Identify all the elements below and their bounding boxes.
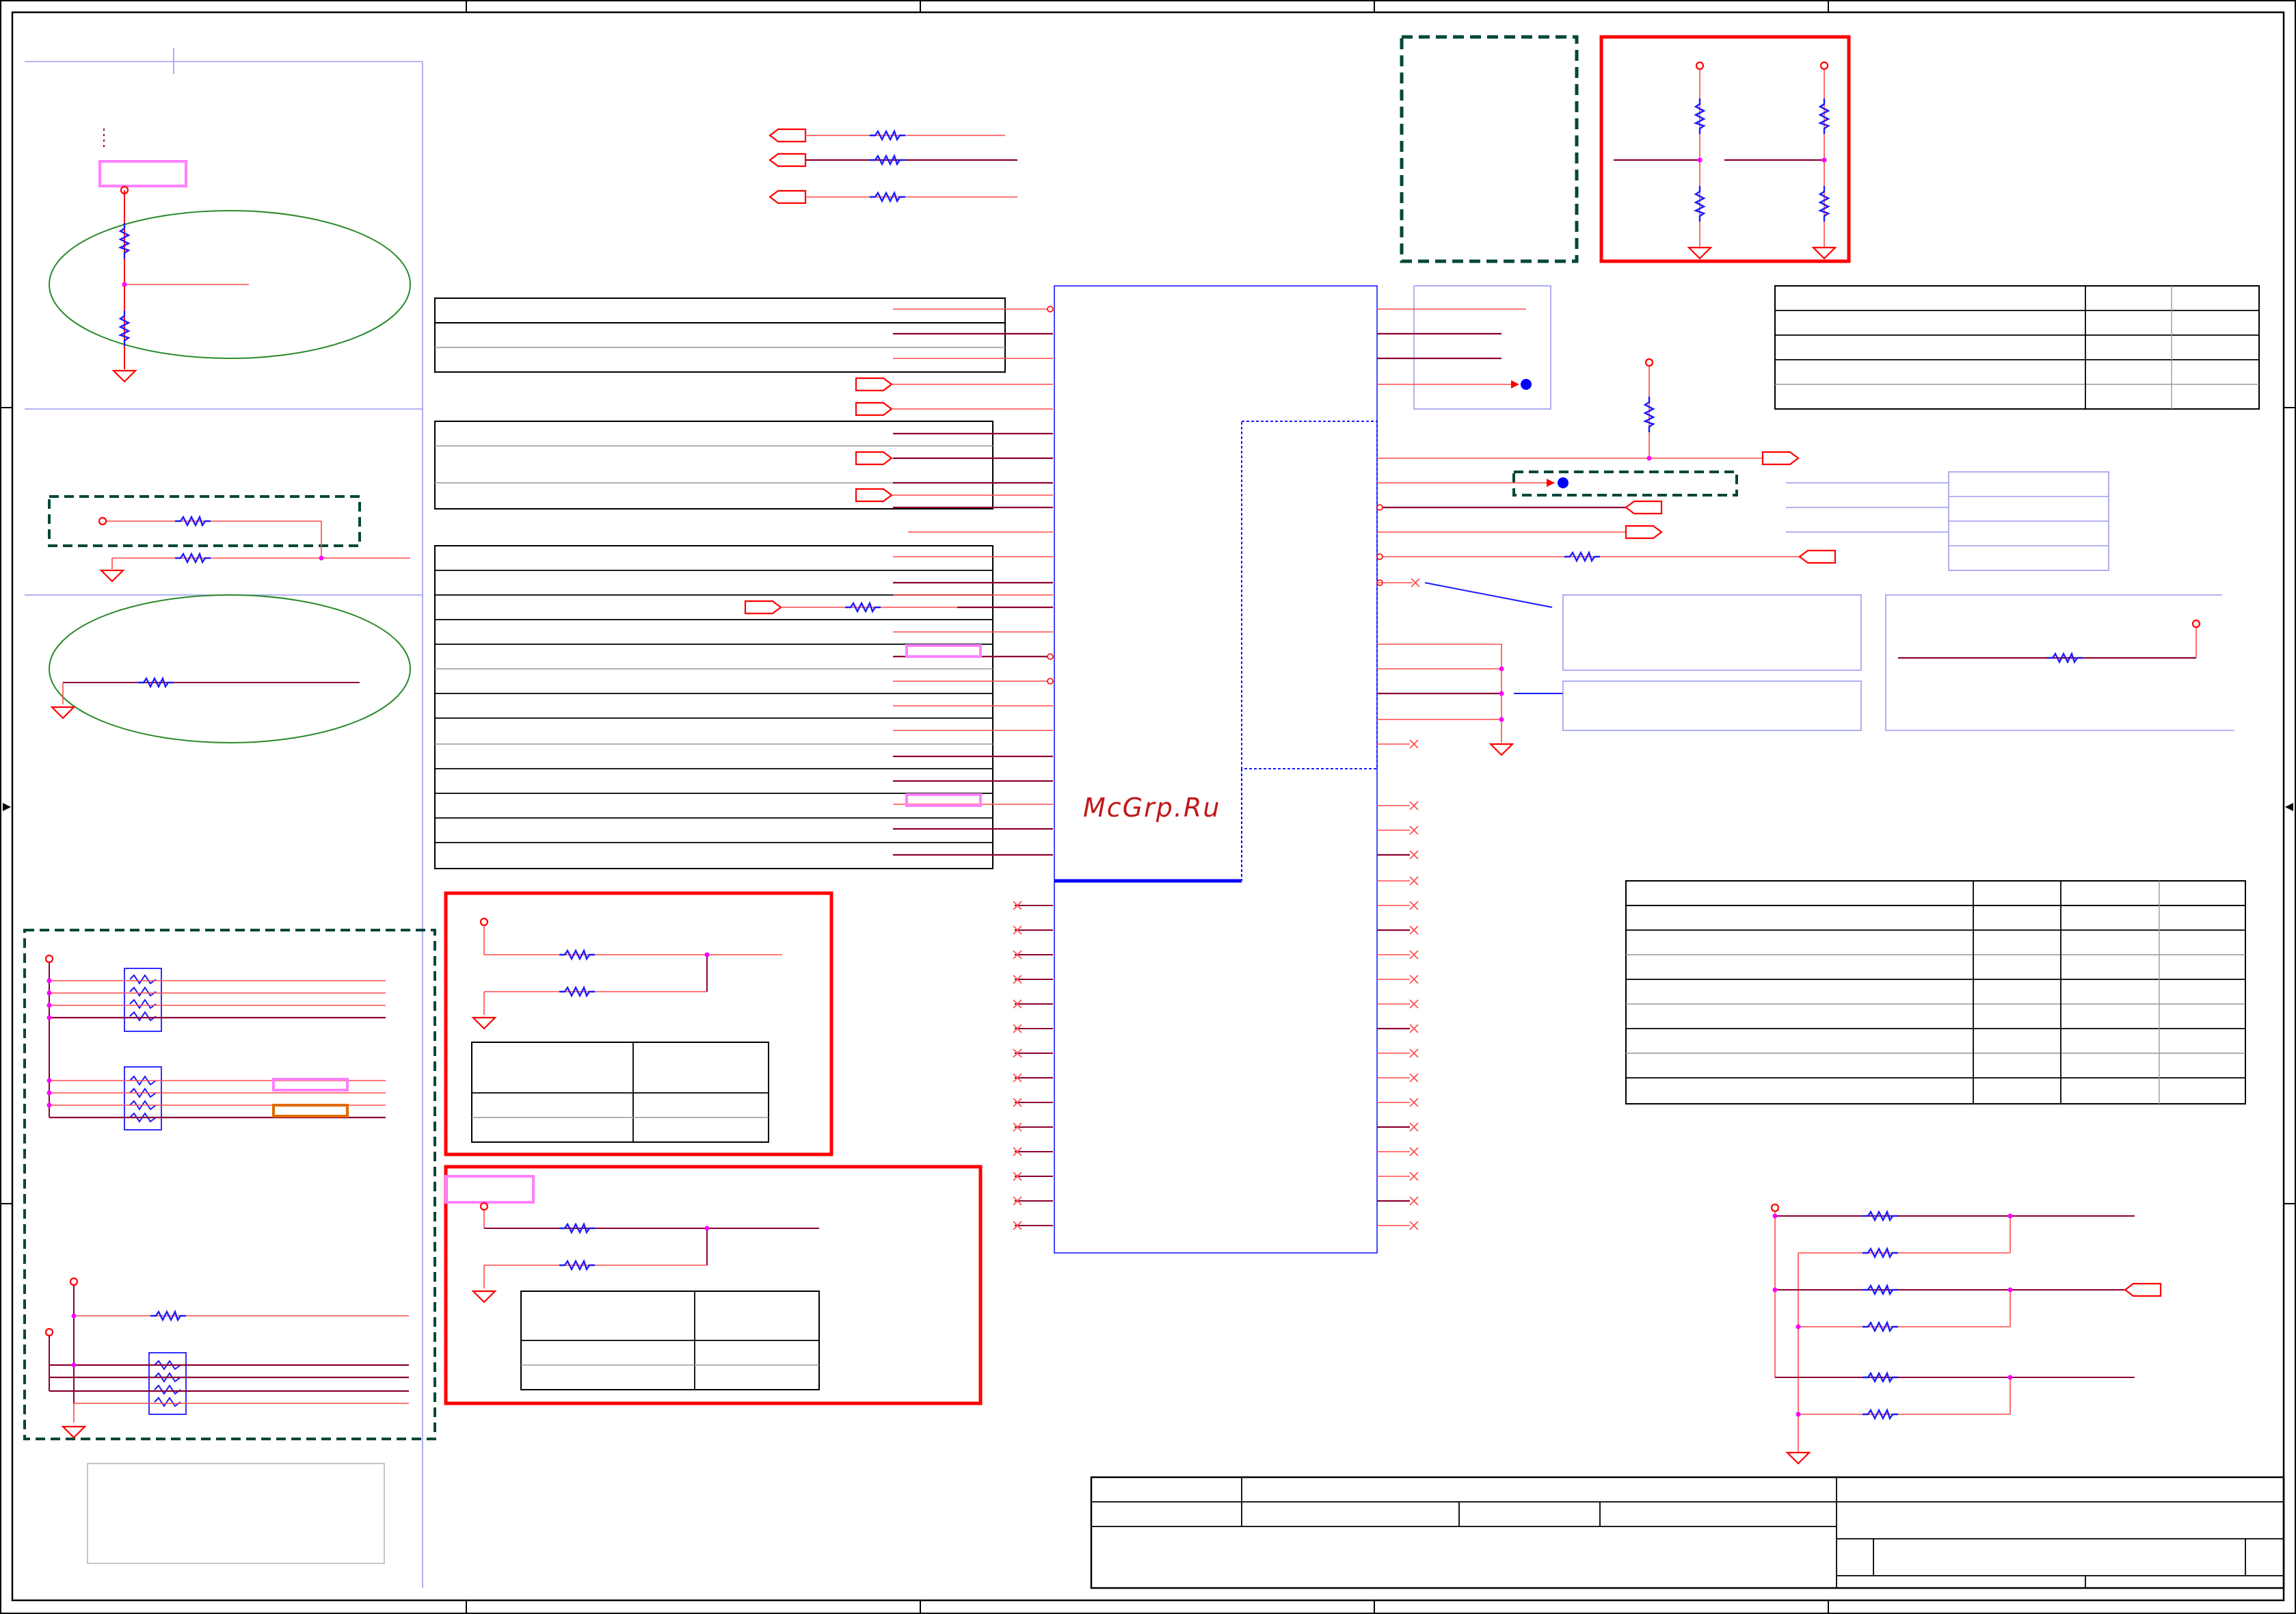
resistor-network-right — [1770, 1203, 2162, 1465]
optional-resistor-block — [48, 495, 410, 583]
schematic-sheet: McGrp.Ru — [0, 0, 2296, 1614]
option-block-a — [444, 891, 833, 1156]
title-block — [1090, 1476, 2285, 1589]
ic-left-pins — [744, 306, 1054, 1230]
ic-right-pins — [1376, 285, 1837, 1230]
dashed-reserve-box — [1400, 35, 1579, 263]
voltage-divider-block — [49, 129, 411, 383]
pulldown-block — [49, 594, 411, 743]
config-table-top — [1774, 285, 2260, 410]
option-block-b — [444, 1165, 983, 1405]
resistor-array-block — [23, 929, 436, 1440]
config-table-bottom — [1625, 880, 2246, 1104]
note-box — [87, 1463, 385, 1564]
note-boxes-mid-right — [1562, 594, 2234, 731]
strap-divider-box — [1599, 35, 1851, 263]
series-resistor-group — [769, 128, 1017, 204]
left-panel-dividers — [25, 48, 423, 1588]
lower-left-pins — [1015, 905, 1053, 1226]
pullup-resistor — [1898, 619, 2201, 663]
net-label-boxes — [1786, 471, 2109, 571]
main-ic: McGrp.Ru — [1054, 285, 1378, 1254]
watermark-text: McGrp.Ru — [1083, 793, 1220, 823]
